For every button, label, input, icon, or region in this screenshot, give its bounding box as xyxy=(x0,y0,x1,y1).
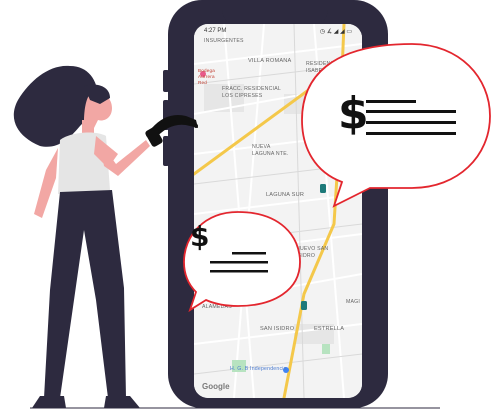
map-label: ALAMEDAS xyxy=(202,304,232,310)
map-label: VILLA ROMANA xyxy=(248,58,292,64)
status-bar: 4:27 PM ◷ ∡ ◢ ◢ ▭ xyxy=(194,24,362,38)
dollar-sign-icon: $ xyxy=(190,220,210,253)
map-poi-label: Bodega Aurrera Red xyxy=(198,68,216,85)
phone-side-button xyxy=(163,100,169,130)
map-label: NUEVO SAN ISIDRO xyxy=(296,246,329,259)
phone-side-button xyxy=(163,70,169,92)
car-icon xyxy=(301,301,307,310)
map-label: SIN NOMBRE DE COL 3 xyxy=(310,146,355,159)
map-label: ESTRELLA xyxy=(314,326,345,332)
phone-notch xyxy=(222,6,328,24)
google-logo: Google xyxy=(202,382,230,391)
phone-screen: 4:27 PM ◷ ∡ ◢ ◢ ▭ INSURGENTES VILLA ROMA… xyxy=(194,24,362,398)
map-label: NUEVA LAGUNA NTE. xyxy=(252,144,289,157)
map-label: H. G. B Independencia xyxy=(230,366,287,372)
map-label: RESIDENCIAL LAS ISABELES xyxy=(306,61,355,74)
dollar-sign-icon: $ xyxy=(338,88,369,139)
status-icons: ◷ ∡ ◢ ◢ ▭ xyxy=(319,28,352,35)
map-label: INSURGENTES xyxy=(204,38,244,44)
illustration: 4:27 PM ◷ ∡ ◢ ◢ ▭ INSURGENTES VILLA ROMA… xyxy=(0,0,496,410)
map-label: LAGUNA SUR xyxy=(266,192,305,198)
map-label: FRACC. RESIDENCIAL LOS CIPRESES xyxy=(222,86,281,99)
car-icon xyxy=(320,184,326,193)
map-label: MAGI xyxy=(346,299,361,305)
map-label: SAN ISIDRO xyxy=(260,326,295,332)
status-time: 4:27 PM xyxy=(204,28,227,34)
phone-side-button xyxy=(163,136,169,166)
